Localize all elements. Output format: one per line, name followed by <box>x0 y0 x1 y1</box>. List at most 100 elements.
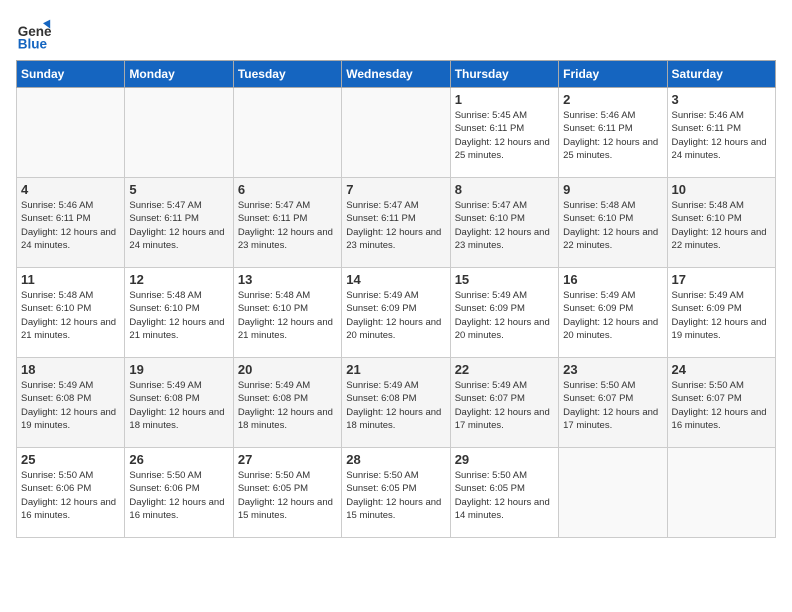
day-number: 28 <box>346 452 445 467</box>
day-info: Sunrise: 5:46 AM Sunset: 6:11 PM Dayligh… <box>563 109 662 162</box>
day-number: 10 <box>672 182 771 197</box>
calendar-cell: 24 Sunrise: 5:50 AM Sunset: 6:07 PM Dayli… <box>667 358 775 448</box>
day-number: 3 <box>672 92 771 107</box>
calendar-cell: 29 Sunrise: 5:50 AM Sunset: 6:05 PM Dayli… <box>450 448 558 538</box>
day-header-monday: Monday <box>125 61 233 88</box>
calendar-cell: 2 Sunrise: 5:46 AM Sunset: 6:11 PM Daylig… <box>559 88 667 178</box>
calendar-cell: 12Sunrise: 5:48 AM Sunset: 6:10 PM Dayli… <box>125 268 233 358</box>
calendar-cell: 17 Sunrise: 5:49 AM Sunset: 6:09 PM Dayli… <box>667 268 775 358</box>
day-info: Sunrise: 5:50 AM Sunset: 6:07 PM Dayligh… <box>563 379 662 432</box>
day-number: 17 <box>672 272 771 287</box>
day-number: 15 <box>455 272 554 287</box>
day-number: 4 <box>21 182 120 197</box>
calendar-cell: 20Sunrise: 5:49 AM Sunset: 6:08 PM Dayli… <box>233 358 341 448</box>
day-info: Sunrise: 5:46 AM Sunset: 6:11 PM Dayligh… <box>21 199 120 252</box>
week-row-5: 25 Sunrise: 5:50 AM Sunset: 6:06 PM Dayli… <box>17 448 776 538</box>
day-header-sunday: Sunday <box>17 61 125 88</box>
day-info: Sunrise: 5:45 AM Sunset: 6:11 PM Dayligh… <box>455 109 554 162</box>
calendar-cell: 8Sunrise: 5:47 AM Sunset: 6:10 PM Daylig… <box>450 178 558 268</box>
calendar-cell <box>559 448 667 538</box>
day-info: Sunrise: 5:48 AM Sunset: 6:10 PM Dayligh… <box>563 199 662 252</box>
calendar-cell: 9Sunrise: 5:48 AM Sunset: 6:10 PM Daylig… <box>559 178 667 268</box>
week-row-3: 11Sunrise: 5:48 AM Sunset: 6:10 PM Dayli… <box>17 268 776 358</box>
svg-text:Blue: Blue <box>18 36 48 51</box>
week-row-2: 4 Sunrise: 5:46 AM Sunset: 6:11 PM Daylig… <box>17 178 776 268</box>
calendar-cell: 25 Sunrise: 5:50 AM Sunset: 6:06 PM Dayli… <box>17 448 125 538</box>
calendar-header-row: SundayMondayTuesdayWednesdayThursdayFrid… <box>17 61 776 88</box>
calendar-cell: 10 Sunrise: 5:48 AM Sunset: 6:10 PM Dayli… <box>667 178 775 268</box>
day-info: Sunrise: 5:49 AM Sunset: 6:09 PM Dayligh… <box>455 289 554 342</box>
day-info: Sunrise: 5:50 AM Sunset: 6:07 PM Dayligh… <box>672 379 771 432</box>
day-number: 19 <box>129 362 228 377</box>
calendar-cell: 26Sunrise: 5:50 AM Sunset: 6:06 PM Dayli… <box>125 448 233 538</box>
calendar-cell: 16 Sunrise: 5:49 AM Sunset: 6:09 PM Dayli… <box>559 268 667 358</box>
day-info: Sunrise: 5:49 AM Sunset: 6:08 PM Dayligh… <box>21 379 120 432</box>
day-info: Sunrise: 5:49 AM Sunset: 6:08 PM Dayligh… <box>346 379 445 432</box>
day-number: 5 <box>129 182 228 197</box>
day-info: Sunrise: 5:49 AM Sunset: 6:08 PM Dayligh… <box>238 379 337 432</box>
calendar-cell <box>125 88 233 178</box>
calendar-cell <box>667 448 775 538</box>
calendar-cell: 1 Sunrise: 5:45 AM Sunset: 6:11 PM Daylig… <box>450 88 558 178</box>
day-number: 13 <box>238 272 337 287</box>
day-header-saturday: Saturday <box>667 61 775 88</box>
day-info: Sunrise: 5:50 AM Sunset: 6:05 PM Dayligh… <box>238 469 337 522</box>
calendar-cell: 27 Sunrise: 5:50 AM Sunset: 6:05 PM Dayli… <box>233 448 341 538</box>
day-header-thursday: Thursday <box>450 61 558 88</box>
day-number: 7 <box>346 182 445 197</box>
day-info: Sunrise: 5:47 AM Sunset: 6:11 PM Dayligh… <box>346 199 445 252</box>
week-row-1: 1 Sunrise: 5:45 AM Sunset: 6:11 PM Daylig… <box>17 88 776 178</box>
calendar-cell: 5 Sunrise: 5:47 AM Sunset: 6:11 PM Daylig… <box>125 178 233 268</box>
day-number: 1 <box>455 92 554 107</box>
day-number: 29 <box>455 452 554 467</box>
day-number: 23 <box>563 362 662 377</box>
calendar-cell: 13 Sunrise: 5:48 AM Sunset: 6:10 PM Dayli… <box>233 268 341 358</box>
calendar-cell <box>17 88 125 178</box>
day-number: 18 <box>21 362 120 377</box>
day-header-tuesday: Tuesday <box>233 61 341 88</box>
day-number: 21 <box>346 362 445 377</box>
logo-icon: General Blue <box>16 16 52 52</box>
calendar-cell: 19Sunrise: 5:49 AM Sunset: 6:08 PM Dayli… <box>125 358 233 448</box>
day-info: Sunrise: 5:48 AM Sunset: 6:10 PM Dayligh… <box>238 289 337 342</box>
calendar-cell: 18 Sunrise: 5:49 AM Sunset: 6:08 PM Dayli… <box>17 358 125 448</box>
day-number: 16 <box>563 272 662 287</box>
calendar-cell: 15 Sunrise: 5:49 AM Sunset: 6:09 PM Dayli… <box>450 268 558 358</box>
calendar-cell <box>342 88 450 178</box>
day-number: 24 <box>672 362 771 377</box>
day-info: Sunrise: 5:48 AM Sunset: 6:10 PM Dayligh… <box>21 289 120 342</box>
calendar-cell: 7 Sunrise: 5:47 AM Sunset: 6:11 PM Daylig… <box>342 178 450 268</box>
day-info: Sunrise: 5:49 AM Sunset: 6:09 PM Dayligh… <box>346 289 445 342</box>
day-info: Sunrise: 5:49 AM Sunset: 6:09 PM Dayligh… <box>563 289 662 342</box>
day-number: 8 <box>455 182 554 197</box>
calendar-body: 1 Sunrise: 5:45 AM Sunset: 6:11 PM Daylig… <box>17 88 776 538</box>
page-header: General Blue <box>16 16 776 52</box>
day-number: 6 <box>238 182 337 197</box>
day-info: Sunrise: 5:49 AM Sunset: 6:09 PM Dayligh… <box>672 289 771 342</box>
day-info: Sunrise: 5:48 AM Sunset: 6:10 PM Dayligh… <box>129 289 228 342</box>
day-info: Sunrise: 5:49 AM Sunset: 6:07 PM Dayligh… <box>455 379 554 432</box>
day-header-friday: Friday <box>559 61 667 88</box>
day-info: Sunrise: 5:48 AM Sunset: 6:10 PM Dayligh… <box>672 199 771 252</box>
calendar-cell: 23 Sunrise: 5:50 AM Sunset: 6:07 PM Dayli… <box>559 358 667 448</box>
calendar-cell <box>233 88 341 178</box>
day-info: Sunrise: 5:47 AM Sunset: 6:11 PM Dayligh… <box>238 199 337 252</box>
day-info: Sunrise: 5:46 AM Sunset: 6:11 PM Dayligh… <box>672 109 771 162</box>
calendar-cell: 3 Sunrise: 5:46 AM Sunset: 6:11 PM Daylig… <box>667 88 775 178</box>
calendar-cell: 6 Sunrise: 5:47 AM Sunset: 6:11 PM Daylig… <box>233 178 341 268</box>
day-header-wednesday: Wednesday <box>342 61 450 88</box>
week-row-4: 18 Sunrise: 5:49 AM Sunset: 6:08 PM Dayli… <box>17 358 776 448</box>
calendar-cell: 22 Sunrise: 5:49 AM Sunset: 6:07 PM Dayli… <box>450 358 558 448</box>
day-number: 2 <box>563 92 662 107</box>
day-info: Sunrise: 5:50 AM Sunset: 6:06 PM Dayligh… <box>21 469 120 522</box>
calendar-cell: 28 Sunrise: 5:50 AM Sunset: 6:05 PM Dayli… <box>342 448 450 538</box>
day-number: 25 <box>21 452 120 467</box>
day-info: Sunrise: 5:47 AM Sunset: 6:11 PM Dayligh… <box>129 199 228 252</box>
calendar-cell: 21 Sunrise: 5:49 AM Sunset: 6:08 PM Dayli… <box>342 358 450 448</box>
day-number: 22 <box>455 362 554 377</box>
day-info: Sunrise: 5:50 AM Sunset: 6:05 PM Dayligh… <box>455 469 554 522</box>
day-info: Sunrise: 5:50 AM Sunset: 6:05 PM Dayligh… <box>346 469 445 522</box>
calendar-table: SundayMondayTuesdayWednesdayThursdayFrid… <box>16 60 776 538</box>
day-number: 14 <box>346 272 445 287</box>
day-number: 27 <box>238 452 337 467</box>
